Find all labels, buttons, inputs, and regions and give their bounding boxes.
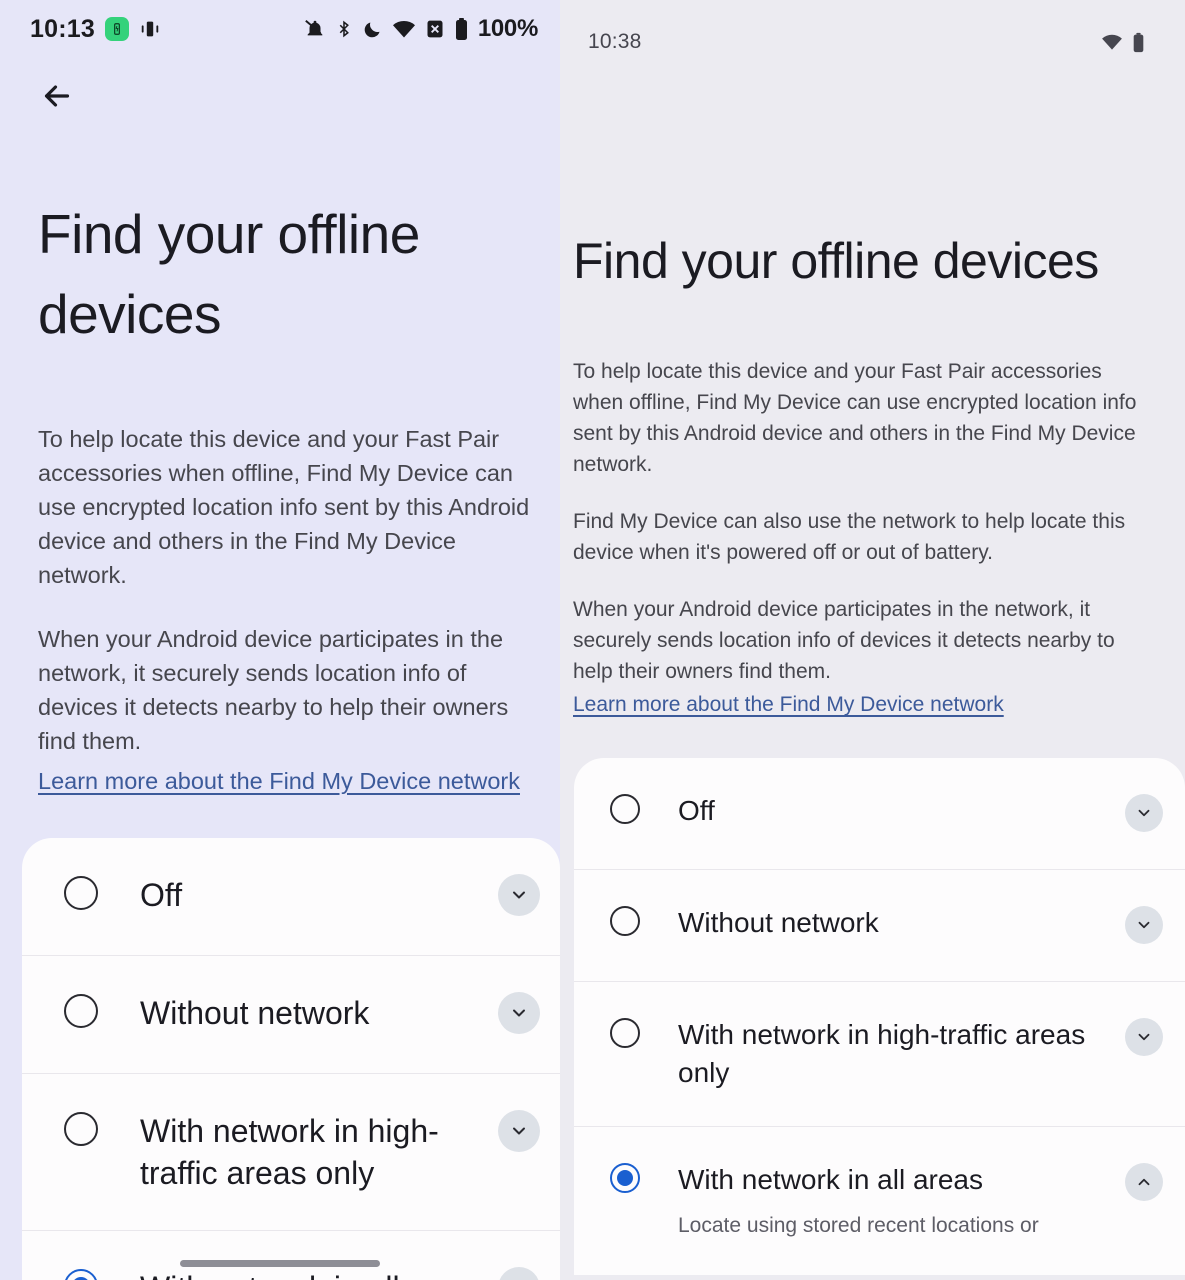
option-text: With network in high-traffic areas only (140, 1110, 488, 1194)
status-bar-right: 10:38 (560, 0, 1185, 84)
learn-more-link[interactable]: Learn more about the Find My Device netw… (38, 764, 520, 798)
radio-button-selected[interactable] (64, 1269, 98, 1280)
learn-more-link[interactable]: Learn more about the Find My Device netw… (573, 689, 1004, 720)
battery-saver-badge-icon (104, 17, 129, 41)
options-card-left: Off Without network With network in high… (22, 838, 560, 1280)
radio-button[interactable] (610, 1018, 640, 1048)
option-label: With network in high-traffic areas only (140, 1113, 439, 1191)
option-label: Off (140, 877, 183, 913)
phone-screen-left: 10:13 100% Find your offline devices To … (0, 0, 560, 1280)
radio-button[interactable] (64, 1112, 98, 1146)
option-label: With network in all areas (678, 1164, 984, 1195)
bluetooth-icon (335, 18, 353, 40)
chevron-down-icon[interactable] (498, 1110, 540, 1152)
page-title: Find your offline devices (573, 233, 1099, 289)
options-card-right: Off Without network With network in high… (574, 758, 1185, 1275)
radio-button[interactable] (64, 994, 98, 1028)
option-label: With network in high-traffic areas only (678, 1019, 1086, 1088)
option-row-without-network[interactable]: Without network (22, 956, 560, 1074)
notifications-off-icon (304, 18, 326, 40)
description-block-right: To help locate this device and your Fast… (560, 298, 1185, 720)
page-title: Find your offline devices (38, 203, 420, 345)
status-bar-right-group (1101, 32, 1145, 53)
vibrate-icon (139, 18, 161, 40)
description-paragraph: To help locate this device and your Fast… (573, 360, 1137, 476)
option-label: Without network (140, 995, 370, 1031)
radio-button-selected[interactable] (610, 1163, 640, 1193)
description-paragraph: To help locate this device and your Fast… (38, 426, 530, 588)
status-bar-left-group: 10:13 (30, 15, 161, 44)
option-text: With network in all areas Locate using s… (678, 1161, 1111, 1241)
nav-row-right (560, 84, 1185, 162)
chevron-down-icon[interactable] (1125, 1018, 1163, 1056)
status-bar-left-group: 10:38 (588, 30, 642, 54)
chevron-down-icon[interactable] (498, 992, 540, 1034)
radio-button[interactable] (64, 876, 98, 910)
do-not-disturb-moon-icon (362, 19, 383, 40)
chevron-down-icon[interactable] (498, 874, 540, 916)
sim-off-icon (425, 18, 445, 40)
option-label: Off (678, 795, 715, 826)
description-paragraph: When your Android device participates in… (573, 598, 1115, 683)
battery-full-icon (454, 17, 469, 41)
chevron-down-icon[interactable] (1125, 906, 1163, 944)
option-text: With network in high-traffic areas only (678, 1016, 1111, 1092)
home-indicator (180, 1260, 380, 1267)
back-arrow-icon[interactable] (28, 67, 86, 125)
description-block-left: To help locate this device and your Fast… (0, 354, 560, 798)
nav-row-left (0, 58, 560, 134)
screenshot-comparison: 10:13 100% Find your offline devices To … (0, 0, 1185, 1280)
option-text: Without network (140, 992, 488, 1034)
chevron-up-icon[interactable] (498, 1267, 540, 1280)
status-bar-right-group: 100% (304, 15, 538, 43)
description-paragraph: When your Android device participates in… (38, 626, 509, 754)
option-text: Off (678, 792, 1111, 830)
option-row-all-areas[interactable]: With network in all areas Locate using s… (574, 1127, 1185, 1275)
option-description: Locate using stored recent locations or (678, 1214, 1039, 1237)
option-text: With network in all areas (140, 1267, 488, 1280)
chevron-up-icon[interactable] (1125, 1163, 1163, 1201)
status-bar-left: 10:13 100% (0, 0, 560, 58)
option-label: Without network (678, 907, 879, 938)
option-row-off[interactable]: Off (574, 758, 1185, 870)
battery-full-icon (1132, 32, 1145, 53)
phone-screen-right: 10:38 Find your offline devices To help … (560, 0, 1185, 1280)
option-row-off[interactable]: Off (22, 838, 560, 956)
description-paragraph: Find My Device can also use the network … (573, 510, 1126, 564)
battery-percent-label: 100% (477, 15, 538, 42)
option-text: Off (140, 874, 488, 916)
option-row-high-traffic[interactable]: With network in high-traffic areas only (574, 982, 1185, 1127)
status-clock: 10:13 (30, 14, 95, 43)
option-row-high-traffic[interactable]: With network in high-traffic areas only (22, 1074, 560, 1231)
wifi-icon (1101, 33, 1123, 51)
option-label: With network in all areas (140, 1267, 488, 1280)
status-clock: 10:38 (588, 30, 642, 53)
radio-button[interactable] (610, 906, 640, 936)
radio-button[interactable] (610, 794, 640, 824)
option-text: Without network (678, 904, 1111, 942)
option-row-all-areas[interactable]: With network in all areas (22, 1231, 560, 1280)
option-row-without-network[interactable]: Without network (574, 870, 1185, 982)
chevron-down-icon[interactable] (1125, 794, 1163, 832)
wifi-icon (392, 19, 416, 39)
